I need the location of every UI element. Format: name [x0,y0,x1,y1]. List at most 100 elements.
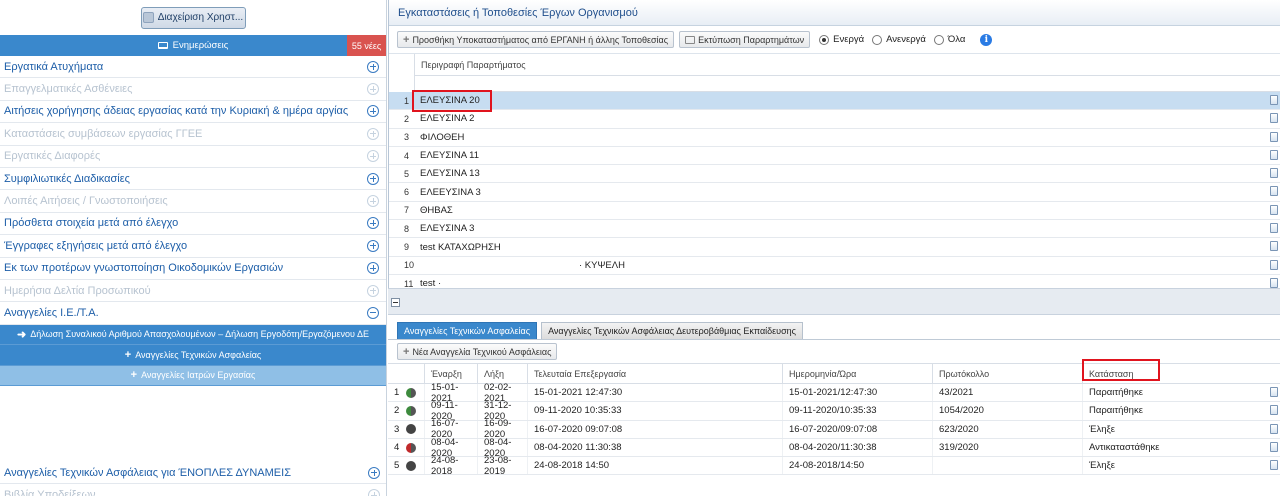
expand-icon[interactable] [367,83,379,96]
col-last-edit[interactable]: Τελευταία Επεξεργασία [527,364,782,383]
edit-icon[interactable] [1270,168,1278,179]
sidebar-subitem-label: Αναγγελίες Ιατρών Εργασίας [141,370,256,381]
sidebar-item-label: Πρόσθετα στοιχεία μετά από έλεγχο [4,217,179,230]
announcements-panel: Αναγγελίες Τεχνικών Ασφαλείας Αναγγελίες… [388,316,1280,496]
start-date: 16-07-2020 [424,418,477,440]
end-date: 31-12-2020 [477,400,527,422]
table-row[interactable]: 5 ΕΛΕΥΣΙΝΑ 13 [389,165,1280,184]
sidebar-subitem[interactable]: ➜ Δήλωση Συναλικού Αριθμού Απασχολουμένων… [0,324,386,346]
collapse-icon[interactable] [391,298,400,307]
expand-icon[interactable] [367,172,379,185]
table-row[interactable]: 9 test ΚΑΤΑΧΩΡΗΣΗ [389,238,1280,257]
branches-column-header[interactable]: Περιγραφή Παραρτήματος [414,54,1280,76]
row-number: 5 [404,168,410,179]
edit-icon[interactable] [1270,259,1278,270]
branches-filter-row[interactable] [414,76,1280,92]
edit-icon[interactable] [1270,223,1278,234]
expand-icon[interactable] [367,217,379,230]
new-announcement-button[interactable]: + Νέα Αναγγελία Τεχνικού Ασφάλειας [397,343,558,360]
table-row[interactable]: 10 · ΚΥΨΕΛΗ [389,257,1280,275]
radio-active[interactable] [819,34,830,45]
col-end[interactable]: Λήξη [477,364,527,383]
edit-icon[interactable] [1270,460,1278,471]
table-row[interactable]: 8 ΕΛΕΥΣΙΝΑ 3 [389,220,1280,239]
sidebar-item[interactable]: Βιβλία Υποδείξεων [0,484,386,496]
table-row[interactable]: 4 ΕΛΕΥΣΙΝΑ 11 [389,147,1280,166]
edit-icon[interactable] [1270,113,1278,124]
radio-all-label: Όλα [947,34,966,45]
sidebar-item[interactable]: Πρόσθετα στοιχεία μετά από έλεγχο [0,213,386,236]
expand-icon[interactable] [367,127,379,140]
panel-splitter[interactable] [388,288,1280,315]
sidebar-subitem[interactable]: + Αναγγελίες Ιατρών Εργασίας [0,365,386,387]
edit-icon[interactable] [1270,149,1278,160]
expand-icon[interactable] [367,105,379,118]
sidebar-item[interactable]: Επαγγελματικές Ασθένειες [0,78,386,101]
sidebar: Διαχείριση Χρηστ... Ενημερώσεις 55 νέες … [0,0,387,496]
table-row[interactable]: 7 ΘΗΒΑΣ [389,202,1280,221]
sidebar-item[interactable]: Εργατικά Ατυχήματα [0,56,386,79]
row-number: 3 [404,132,410,143]
col-protocol[interactable]: Πρωτόκολλο [932,364,1082,383]
collapse-icon[interactable] [367,306,379,319]
edit-icon[interactable] [1270,405,1278,416]
row-number: 9 [404,242,410,253]
sidebar-item[interactable]: Καταστάσεις συμβάσεων εργασίας ΓΓΕΕ [0,123,386,146]
table-row[interactable]: 6 ΕΛΕΕΥΣΙΝΑ 3 [389,183,1280,202]
status-dot-icon [406,442,417,453]
expand-icon[interactable] [368,489,380,496]
radio-inactive[interactable] [872,34,883,45]
expand-icon[interactable] [367,239,379,252]
table-row[interactable]: 2 ΕΛΕΥΣΙΝΑ 2 [389,110,1280,129]
radio-all[interactable] [933,34,944,45]
user-management-button[interactable]: Διαχείριση Χρηστ... [140,6,246,29]
expand-icon[interactable] [367,195,379,208]
col-start[interactable]: Έναρξη [424,364,477,383]
edit-icon[interactable] [1270,186,1278,197]
expand-icon[interactable] [367,262,379,275]
sidebar-item[interactable]: Έγγραφες εξηγήσεις μετά από έλεγχο [0,235,386,258]
sidebar-item[interactable]: Αναγγελίες Ι.Ε./Τ.Α. [0,302,386,325]
edit-icon[interactable] [1270,387,1278,397]
info-icon[interactable]: i [980,33,993,46]
edit-icon[interactable] [1270,131,1278,142]
table-row[interactable]: 3 ΦΙΛΟΘΕΗ [389,129,1280,147]
add-branch-button[interactable]: + Προσθήκη Υποκαταστήματος από ΕΡΓΑΝΗ ή … [397,31,675,48]
tab-safety-technicians[interactable]: Αναγγελίες Τεχνικών Ασφαλείας [397,322,538,339]
updates-bar[interactable]: Ενημερώσεις 55 νέες [0,35,386,56]
sidebar-item-label: Αναγγελίες Τεχνικών Ασφάλειας για ΈΝΟΠΛΕ… [4,466,291,479]
user-management-label: Διαχείριση Χρηστ... [157,12,244,23]
end-date: 08-04-2020 [477,437,527,459]
tab-secondary-education[interactable]: Αναγγελίες Τεχνικών Ασφάλειας Δευτεροβάθ… [541,322,804,339]
expand-icon[interactable] [368,466,380,479]
print-branches-button[interactable]: Εκτύπωση Παραρτημάτων [679,31,811,48]
print-branches-label: Εκτύπωση Παραρτημάτων [698,34,805,45]
table-row[interactable]: 5 24-08-2018 23-08-2019 24-08-2018 14:50 24-… [388,455,1280,477]
edit-icon[interactable] [1270,277,1278,288]
edit-icon[interactable] [1270,441,1278,452]
sidebar-item[interactable]: Λοιπές Αιτήσεις / Γνωστοποιήσεις [0,190,386,213]
edit-icon[interactable] [1270,204,1278,215]
date-time: 09-11-2020/10:35:33 [782,402,932,420]
sidebar-item[interactable]: Εργατικές Διαφορές [0,146,386,168]
edit-icon[interactable] [1270,241,1278,252]
sidebar-subitem[interactable]: + Αναγγελίες Τεχνικών Ασφαλείας [0,345,386,366]
expand-icon[interactable] [367,60,379,73]
sidebar-item[interactable]: Αιτήσεις χορήγησης άδειας εργασίας κατά … [0,101,386,124]
protocol-number: 623/2020 [932,420,1082,438]
status-text: Έληξε [1082,457,1267,475]
sidebar-item[interactable]: Εκ των προτέρων γνωστοποίηση Οικοδομικών… [0,258,386,280]
sidebar-item[interactable]: Ημερήσια Δελτία Προσωπικού [0,280,386,303]
start-date: 09-11-2020 [424,400,477,422]
table-row[interactable]: 1 ΕΛΕΥΣΙΝΑ 20 [389,92,1280,111]
edit-icon[interactable] [1270,95,1278,105]
expand-icon[interactable] [367,284,379,297]
edit-icon[interactable] [1270,423,1278,434]
expand-icon[interactable] [367,150,379,163]
sidebar-item[interactable]: Αναγγελίες Τεχνικών Ασφάλειας για ΈΝΟΠΛΕ… [0,462,386,485]
col-datetime[interactable]: Ημερομηνία/Ώρα [782,364,932,383]
sidebar-item[interactable]: Συμφιλιωτικές Διαδικασίες [0,168,386,191]
start-date: 15-01-2021 [424,382,477,404]
protocol-number [932,457,1082,475]
updates-badge: 55 νέες [347,35,386,56]
